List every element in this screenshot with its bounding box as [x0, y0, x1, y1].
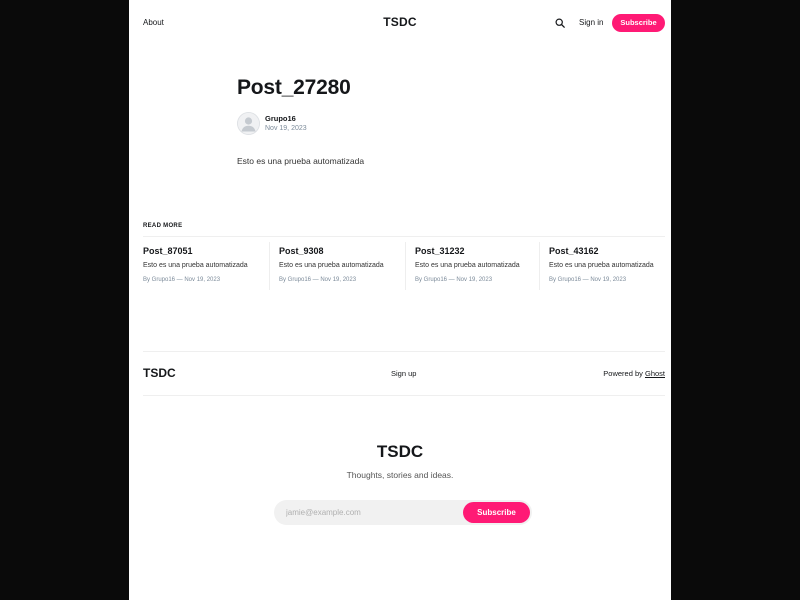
search-icon[interactable] [555, 18, 565, 28]
feed-item[interactable]: Post_43162 Esto es una prueba automatiza… [539, 242, 665, 290]
feed-item-excerpt: Esto es una prueba automatizada [549, 262, 654, 269]
feed-item-meta: By Grupo16 — Nov 19, 2023 [279, 277, 357, 283]
author-name[interactable]: Grupo16 [265, 114, 296, 123]
feed-item-title[interactable]: Post_43162 [549, 246, 599, 256]
post-body: Esto es una prueba automatizada [237, 156, 365, 166]
post-date: Nov 19, 2023 [265, 125, 307, 132]
footer-logo[interactable]: TSDC [143, 366, 176, 380]
site-header: About TSDC Sign in Subscribe [129, 0, 671, 46]
feed-item-title[interactable]: Post_87051 [143, 246, 193, 256]
feed-item-title[interactable]: Post_31232 [415, 246, 465, 256]
footer-divider-top [143, 351, 665, 352]
powered-by: Powered by Ghost [603, 369, 665, 378]
feed-item-excerpt: Esto es una prueba automatizada [415, 262, 520, 269]
feed-item-meta: By Grupo16 — Nov 19, 2023 [143, 277, 221, 283]
cta-subscribe-form: Subscribe [274, 500, 532, 525]
powered-by-prefix: Powered by [603, 369, 645, 378]
read-more-feed: Post_87051 Esto es una prueba automatiza… [143, 242, 665, 290]
ghost-link[interactable]: Ghost [645, 369, 665, 378]
cta-site-title: TSDC [376, 442, 424, 461]
feed-item-meta: By Grupo16 — Nov 19, 2023 [549, 277, 627, 283]
cta-email-input[interactable] [286, 500, 456, 525]
feed-item[interactable]: Post_87051 Esto es una prueba automatiza… [143, 242, 269, 290]
feed-item[interactable]: Post_31232 Esto es una prueba automatiza… [405, 242, 531, 290]
read-more-divider [143, 236, 665, 237]
header-subscribe-button[interactable]: Subscribe [612, 14, 665, 32]
footer-sign-up-link[interactable]: Sign up [391, 369, 416, 378]
feed-item-excerpt: Esto es una prueba automatizada [143, 262, 248, 269]
post-title: Post_27280 [237, 76, 351, 99]
footer-divider-bottom [143, 395, 665, 396]
feed-item[interactable]: Post_9308 Esto es una prueba automatizad… [269, 242, 395, 290]
page: About TSDC Sign in Subscribe Post_27280 … [129, 0, 671, 600]
cta-tagline: Thoughts, stories and ideas. [346, 470, 454, 480]
cta-subscribe-button[interactable]: Subscribe [463, 502, 530, 523]
feed-item-meta: By Grupo16 — Nov 19, 2023 [415, 277, 493, 283]
sign-in-link[interactable]: Sign in [579, 18, 603, 27]
read-more-heading: READ MORE [143, 223, 183, 229]
feed-item-title[interactable]: Post_9308 [279, 246, 324, 256]
author-avatar[interactable] [237, 112, 260, 135]
feed-item-excerpt: Esto es una prueba automatizada [279, 262, 384, 269]
avatar-placeholder-icon [237, 112, 260, 135]
